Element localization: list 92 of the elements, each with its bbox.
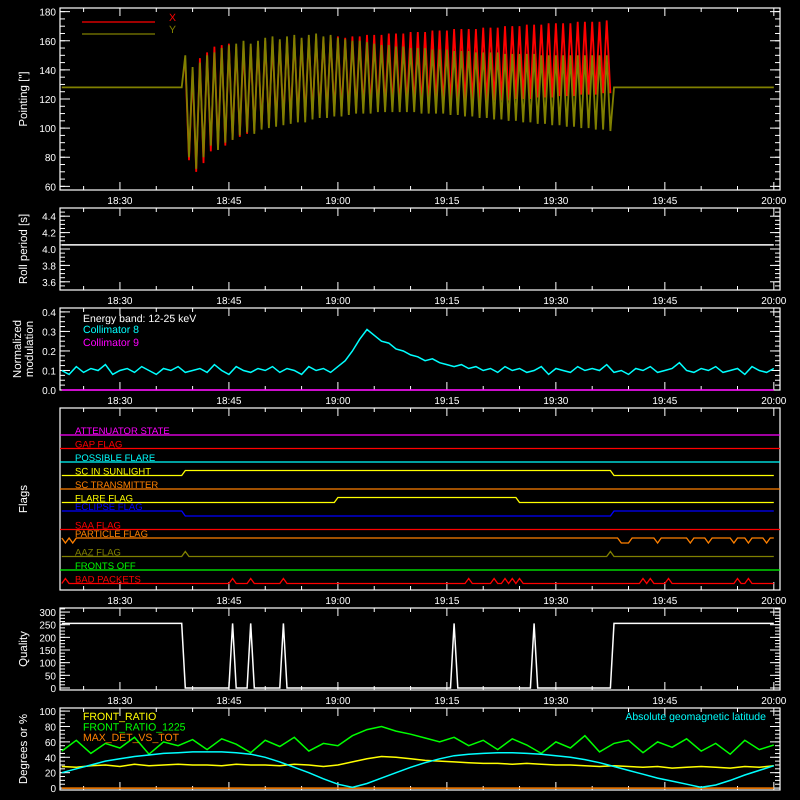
legend-label: Collimator 9	[83, 337, 140, 349]
tick-label: 0.2	[42, 346, 56, 358]
tick-label: 18:45	[216, 396, 242, 407]
tick-label: 18:30	[107, 296, 132, 307]
tick-label: 19:15	[434, 196, 460, 207]
axis-title: Normalized modulation	[12, 318, 36, 380]
tick-label: 100	[39, 707, 56, 718]
tick-label: 0.0	[42, 386, 56, 397]
axis-title: Roll period [s]	[18, 212, 30, 286]
tick-label: 4.0	[42, 245, 56, 256]
tick-label: 4.2	[42, 228, 56, 240]
tick-label: 0	[50, 784, 56, 796]
flag-label: SC IN SUNLIGHT	[75, 466, 152, 478]
legend-title: Energy band: 12-25 keV	[83, 313, 196, 325]
tick-label: 19:30	[543, 596, 568, 607]
tick-label: 200	[39, 633, 56, 644]
tick-label: 18:45	[216, 196, 242, 207]
tick-label: 80	[44, 153, 56, 164]
tick-label: 19:00	[325, 196, 350, 207]
legend-label: Absolute geomagnetic latitude	[625, 711, 766, 723]
tick-label: 120	[39, 95, 56, 106]
tick-label: 180	[39, 8, 56, 19]
tick-label: 18:30	[107, 196, 132, 207]
tick-label: 18:45	[216, 696, 242, 707]
legend-label: Y	[169, 24, 176, 36]
legend-label: Collimator 8	[83, 324, 140, 336]
flag-label: SC TRANSMITTER	[75, 480, 158, 491]
tick-label: 18:30	[107, 396, 132, 407]
tick-label: 18:45	[216, 296, 242, 307]
tick-label: 60	[44, 182, 56, 194]
tick-label: 20:00	[761, 696, 786, 707]
flag-label: POSSIBLE FLARE	[75, 452, 156, 464]
axis-title: Quality	[18, 630, 30, 669]
tick-label: 0	[50, 684, 56, 695]
tick-label: 19:45	[652, 296, 678, 307]
tick-label: 20:00	[761, 396, 786, 407]
tick-label: 19:45	[652, 696, 678, 707]
tick-label: 19:30	[543, 696, 568, 707]
legend-label: X	[169, 12, 176, 24]
tick-label: 0.1	[42, 366, 56, 378]
tick-label: 18:30	[107, 696, 132, 707]
tick-label: 250	[39, 620, 56, 632]
tick-label: 0.3	[42, 327, 56, 338]
tick-label: 19:30	[543, 396, 568, 407]
axis-title: Flags	[18, 484, 30, 516]
tick-label: 150	[39, 646, 56, 657]
tick-label: 19:15	[434, 696, 460, 707]
legend-label: FRONT_RATIO	[83, 711, 156, 723]
tick-label: 80	[44, 722, 56, 734]
tick-label: 19:00	[325, 596, 350, 607]
flag-label: BAD PACKETS	[75, 574, 141, 586]
tick-label: 20	[44, 768, 56, 780]
flag-label: GAP FLAG	[75, 439, 122, 450]
flag-label: ATTENUATOR STATE	[75, 426, 170, 437]
flag-label: FRONTS OFF	[75, 560, 136, 572]
tick-label: 3.8	[42, 261, 56, 272]
tick-label: 50	[44, 671, 56, 682]
tick-label: 60	[44, 738, 56, 749]
legend-label: MAX_DET_VS_TOT	[83, 732, 180, 744]
tick-label: 20:00	[761, 596, 786, 607]
tick-label: 19:30	[543, 196, 568, 207]
tick-label: 19:45	[652, 196, 678, 207]
tick-label: 4.4	[42, 212, 56, 224]
tick-label: 18:30	[107, 596, 132, 607]
flag-label: AAZ FLAG	[75, 547, 121, 558]
tick-label: 160	[39, 36, 56, 48]
tick-label: 18:45	[216, 596, 242, 607]
flag-label: ECLIPSE FLAG	[75, 502, 143, 513]
tick-label: 100	[39, 124, 56, 136]
axis-title: Pointing ["]	[18, 70, 30, 129]
tick-label: 19:45	[652, 596, 678, 607]
flag-label: SAA FLAG	[75, 520, 121, 532]
tick-label: 300	[39, 608, 56, 620]
tick-label: 19:15	[434, 396, 460, 407]
tick-label: 40	[44, 753, 56, 764]
tick-label: 100	[39, 658, 56, 670]
tick-label: 140	[39, 66, 56, 77]
tick-label: 19:00	[325, 696, 350, 707]
tick-label: 19:00	[325, 396, 350, 407]
tick-label: 3.6	[42, 278, 56, 289]
flag-label: PARTICLE FLAG	[75, 528, 148, 540]
legend-label: FRONT_RATIO_1225	[83, 722, 186, 734]
tick-label: 19:15	[434, 296, 460, 307]
tick-label: 0.4	[42, 308, 56, 319]
tick-label: 19:00	[325, 296, 350, 307]
tick-label: 19:30	[543, 296, 568, 307]
tick-label: 20:00	[761, 196, 786, 207]
tick-label: 19:45	[652, 396, 678, 407]
axis-title: Degrees or %	[18, 712, 30, 786]
tick-label: 19:15	[434, 596, 460, 607]
flag-label: FLARE FLAG	[75, 493, 134, 504]
tick-label: 20:00	[761, 296, 786, 307]
